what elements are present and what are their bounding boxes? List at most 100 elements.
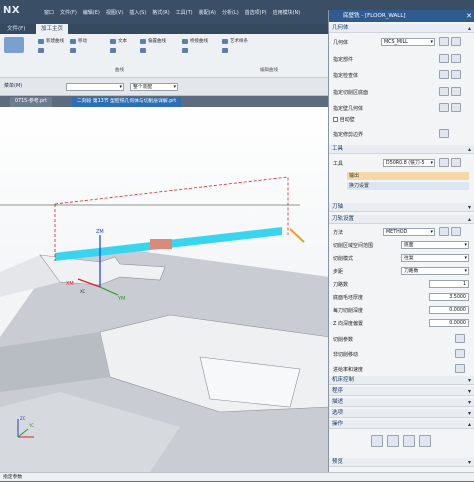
section-program[interactable]: 程序 ▾ bbox=[329, 387, 474, 396]
xc-label: XC bbox=[80, 289, 85, 294]
tab-doc-main[interactable]: 二刻段 第13节 型腔铣几何体与切削层详解.prt bbox=[72, 97, 182, 107]
method-edit-icon[interactable] bbox=[451, 227, 461, 236]
chevron-up-icon: ▴ bbox=[467, 216, 471, 223]
wall-select-icon[interactable] bbox=[439, 103, 449, 112]
floor-display-icon[interactable] bbox=[451, 87, 461, 96]
part-select-icon[interactable] bbox=[439, 54, 449, 63]
menu-item[interactable]: 首选项(P) bbox=[245, 9, 267, 16]
section-options[interactable]: 选项 ▾ bbox=[329, 409, 474, 418]
method-select[interactable]: METHOD bbox=[383, 228, 435, 236]
toolpath-line bbox=[54, 176, 289, 235]
assembly-scope[interactable]: 整个装配 bbox=[130, 83, 178, 91]
wall-display-icon[interactable] bbox=[451, 103, 461, 112]
menu-item[interactable]: 分析(L) bbox=[222, 9, 239, 16]
zm-label: ZM bbox=[96, 229, 104, 235]
ribbon-offset-curve[interactable]: 偏置曲线 bbox=[140, 38, 166, 44]
section-tool-axis[interactable]: 刀轴 ▾ bbox=[329, 203, 474, 212]
menu-item[interactable]: 应用模块(N) bbox=[273, 9, 301, 16]
ribbon-tool-f[interactable] bbox=[222, 48, 228, 53]
verify-icon[interactable] bbox=[403, 435, 415, 447]
section-machine-control[interactable]: 机床控制 ▾ bbox=[329, 376, 474, 385]
auto-wall-checkbox[interactable] bbox=[333, 117, 338, 122]
geometry-new-icon[interactable] bbox=[439, 37, 449, 46]
specify-floor: 指定切削区底面 bbox=[333, 90, 369, 96]
section-description[interactable]: 描述 ▾ bbox=[329, 398, 474, 407]
section-geometry[interactable]: 几何体 ▴ bbox=[329, 24, 474, 33]
cut-area-extent-select[interactable]: 底面 bbox=[401, 241, 469, 249]
cutting-params-icon[interactable] bbox=[455, 334, 465, 343]
generate-icon[interactable] bbox=[371, 435, 383, 447]
ribbon-tool-e[interactable] bbox=[182, 48, 188, 53]
selection-filter[interactable] bbox=[66, 83, 124, 91]
menu-item[interactable]: 窗口 bbox=[44, 9, 54, 16]
menu-item[interactable]: 编辑(E) bbox=[83, 9, 100, 16]
auto-wall-row[interactable]: 自动壁 bbox=[333, 116, 355, 123]
non-cutting-moves-icon[interactable] bbox=[455, 349, 465, 358]
tool-new-icon[interactable] bbox=[439, 158, 449, 167]
ribbon-tool-d[interactable] bbox=[140, 48, 146, 53]
yc-label: YC bbox=[28, 423, 34, 428]
specify-part: 指定部件 bbox=[333, 57, 354, 63]
menu-item[interactable]: 装配(A) bbox=[199, 9, 216, 16]
feeds-speeds-label: 进给率和速度 bbox=[333, 367, 364, 373]
list-icon[interactable] bbox=[419, 435, 431, 447]
tab-file[interactable]: 文件(F) bbox=[2, 24, 30, 34]
geometry-edit-icon[interactable] bbox=[451, 37, 461, 46]
section-preview[interactable]: 预览 ▾ bbox=[329, 458, 474, 467]
trim-select-icon[interactable] bbox=[439, 129, 449, 138]
ribbon-tool-a[interactable] bbox=[38, 48, 44, 53]
section-tool[interactable]: 工具 ▴ bbox=[329, 145, 474, 154]
replay-icon[interactable] bbox=[387, 435, 399, 447]
menu-bar: 窗口 文件(F) 编辑(E) 视图(V) 插入(S) 格式(R) 工具(T) 装… bbox=[44, 9, 300, 16]
ribbon-text[interactable]: 文本 bbox=[110, 38, 127, 44]
feeds-speeds-icon[interactable] bbox=[455, 364, 465, 373]
part-display-icon[interactable] bbox=[451, 54, 461, 63]
specify-wall: 指定壁几何体 bbox=[333, 106, 364, 112]
ribbon-new-curve[interactable]: 新建曲线 bbox=[38, 38, 64, 44]
cut-pattern-select[interactable]: 往复 bbox=[401, 254, 469, 262]
tool-icon bbox=[222, 48, 228, 53]
check-display-icon[interactable] bbox=[451, 70, 461, 79]
geometry-select[interactable]: MCS_MILL bbox=[381, 38, 435, 46]
model-view: ZM XM YM XC ZC YC bbox=[0, 176, 330, 472]
tab-machining-home[interactable]: 加工主页 bbox=[36, 24, 69, 34]
tab-doc-ref[interactable]: 0715-参考.prt bbox=[10, 97, 52, 107]
floor-select-icon[interactable] bbox=[439, 87, 449, 96]
tool-change-settings[interactable]: 换刀设置 bbox=[347, 182, 469, 190]
menu-item[interactable]: 工具(T) bbox=[176, 9, 193, 16]
stepover-select[interactable]: 刀路数 bbox=[401, 267, 469, 275]
z-depth-offset-field[interactable]: 0.0000 bbox=[429, 319, 469, 327]
menu-item[interactable]: 视图(V) bbox=[106, 9, 123, 16]
floor-wall-dialog: 底壁铣 - [FLOOR_WALL] ✕ 几何体▴ 几何体 MCS_MILL 指… bbox=[328, 10, 474, 472]
section-path-settings[interactable]: 刀轨设置 ▴ bbox=[329, 215, 474, 224]
menu-item[interactable]: 插入(S) bbox=[129, 9, 146, 16]
tool-edit-icon[interactable] bbox=[451, 158, 461, 167]
menu-item[interactable]: 格式(R) bbox=[152, 9, 169, 16]
chevron-up-icon: ▴ bbox=[467, 146, 471, 153]
ribbon-studio-spline[interactable]: 艺术样条 bbox=[222, 38, 248, 44]
section-actions[interactable]: 操作 ▴ bbox=[329, 420, 474, 429]
tool-select[interactable]: D50R0.8 (铣刀-5 bbox=[383, 159, 435, 167]
tool-output[interactable]: 输出 bbox=[347, 172, 469, 180]
ribbon-tool-c[interactable] bbox=[110, 48, 116, 53]
bridge-icon bbox=[182, 38, 188, 44]
menu-button[interactable]: 菜单(M) bbox=[4, 82, 22, 89]
check-select-icon[interactable] bbox=[439, 70, 449, 79]
cutting-params-label: 切削参数 bbox=[333, 337, 354, 343]
specify-check-body: 指定检查体 bbox=[333, 73, 359, 79]
cut-area-extent-label: 切削区域空间范围 bbox=[333, 243, 374, 249]
chevron-up-icon: ▴ bbox=[467, 421, 471, 428]
ribbon-tool-b[interactable] bbox=[70, 48, 76, 53]
tool-axis-marker bbox=[289, 228, 305, 243]
app-logo: NX bbox=[3, 5, 21, 16]
menu-item[interactable]: 文件(F) bbox=[60, 9, 77, 16]
new-icon[interactable] bbox=[4, 37, 24, 53]
depth-per-cut-field[interactable]: 0.0000 bbox=[429, 306, 469, 314]
ribbon-move[interactable]: 移动 bbox=[70, 38, 87, 44]
method-new-icon[interactable] bbox=[439, 227, 449, 236]
floor-stock-field[interactable]: 3.5000 bbox=[429, 293, 469, 301]
ribbon-bridge-curve[interactable]: 桥接曲线 bbox=[182, 38, 208, 44]
graphics-viewport[interactable]: ZM XM YM XC ZC YC bbox=[0, 107, 330, 472]
pass-count-field[interactable]: 1 bbox=[429, 280, 469, 288]
close-icon[interactable]: ✕ bbox=[466, 10, 472, 22]
